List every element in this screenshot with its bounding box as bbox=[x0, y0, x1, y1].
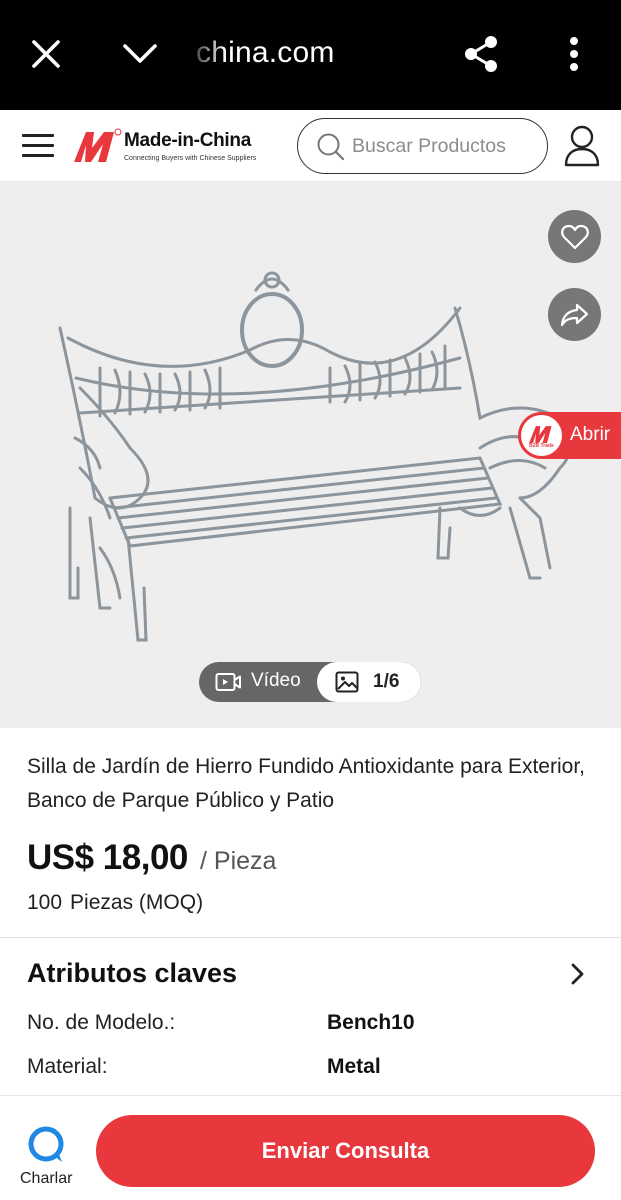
product-image-bench bbox=[58, 271, 572, 642]
moq-label: Piezas (MOQ) bbox=[70, 891, 204, 914]
minimum-order-quantity: 100 Piezas (MOQ) bbox=[27, 891, 203, 915]
close-icon[interactable] bbox=[22, 30, 70, 78]
video-camera-icon bbox=[215, 673, 241, 691]
more-vertical-icon[interactable] bbox=[550, 30, 598, 78]
open-app-label: Abrir bbox=[570, 424, 611, 445]
chat-label: Charlar bbox=[20, 1170, 73, 1187]
photo-tab[interactable]: 1/6 bbox=[317, 662, 421, 702]
video-tab[interactable]: Vídeo bbox=[199, 662, 317, 702]
logo-text: Made-in-China bbox=[124, 130, 251, 151]
forward-arrow-icon bbox=[560, 303, 588, 326]
product-price: US$ 18,00 bbox=[27, 838, 188, 877]
logo-mark-icon bbox=[74, 128, 122, 162]
chevron-down-icon[interactable] bbox=[116, 30, 164, 78]
media-toggle: Vídeo 1/6 bbox=[199, 662, 421, 702]
url-fade bbox=[180, 30, 226, 80]
attribute-value: Bench10 bbox=[327, 1011, 415, 1034]
search-input[interactable] bbox=[352, 129, 538, 163]
site-logo[interactable]: Made-in-China Connecting Buyers with Chi… bbox=[72, 124, 272, 170]
search-icon bbox=[317, 133, 345, 161]
send-inquiry-button[interactable]: Enviar Consulta bbox=[96, 1115, 595, 1187]
product-title: Silla de Jardín de Hierro Fundido Antiox… bbox=[27, 755, 585, 812]
chat-bubble-icon bbox=[28, 1126, 64, 1162]
share-icon[interactable] bbox=[457, 30, 505, 78]
hamburger-menu-icon[interactable] bbox=[22, 134, 54, 160]
attribute-label: Material: bbox=[27, 1055, 108, 1078]
heart-icon bbox=[560, 224, 589, 249]
key-attributes-title[interactable]: Atributos claves bbox=[27, 958, 237, 989]
b2b-trade-logo-icon: B2B Trade bbox=[521, 415, 562, 456]
moq-quantity: 100 bbox=[27, 891, 63, 914]
user-account-icon[interactable] bbox=[562, 124, 602, 168]
price-unit: / Pieza bbox=[200, 847, 277, 875]
product-image-gallery[interactable]: B2B Trade Abrir Vídeo 1/6 bbox=[0, 182, 621, 728]
browser-toolbar: china.com bbox=[0, 0, 621, 110]
attribute-value: Metal bbox=[327, 1055, 381, 1078]
attribute-label: No. de Modelo.: bbox=[27, 1011, 176, 1034]
chat-button[interactable]: Charlar bbox=[12, 1124, 82, 1194]
bottom-action-bar: Charlar Enviar Consulta bbox=[0, 1095, 621, 1200]
image-icon bbox=[335, 671, 359, 693]
video-tab-label: Vídeo bbox=[251, 670, 301, 691]
attribute-row-model: No. de Modelo.: Bench10 bbox=[27, 1011, 597, 1041]
chevron-right-icon[interactable] bbox=[566, 962, 590, 986]
open-app-badge[interactable]: B2B Trade Abrir bbox=[518, 412, 621, 459]
badge-sub-label: B2B Trade bbox=[529, 442, 554, 449]
photo-counter: 1/6 bbox=[373, 671, 400, 692]
share-product-button[interactable] bbox=[548, 288, 601, 341]
favorite-button[interactable] bbox=[548, 210, 601, 263]
attribute-row-material: Material: Metal bbox=[27, 1055, 597, 1085]
search-box[interactable] bbox=[297, 118, 548, 174]
section-divider bbox=[0, 937, 621, 938]
logo-tagline: Connecting Buyers with Chinese Suppliers bbox=[124, 155, 257, 162]
